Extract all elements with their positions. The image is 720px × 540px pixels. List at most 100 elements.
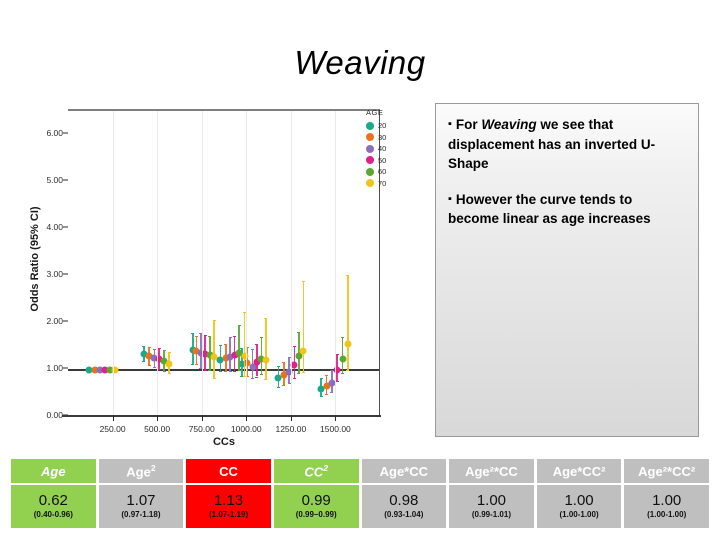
error-bar-cap xyxy=(292,378,296,380)
y-tick-label: 2.00 xyxy=(46,315,63,326)
table-column-header: Age*CC² xyxy=(536,459,622,483)
x-tick-mark xyxy=(246,416,248,421)
grid-line xyxy=(157,111,159,415)
table-cell: 0.99 (0.99–0.99) xyxy=(273,485,359,528)
error-bar-cap xyxy=(330,391,334,393)
legend-item[interactable]: 30 xyxy=(366,132,418,143)
x-tick-label: 1500.00 xyxy=(320,424,351,434)
error-bar xyxy=(265,318,267,380)
data-point xyxy=(339,355,347,363)
error-bar-cap xyxy=(282,384,286,386)
confidence-interval: (0.97-1.18) xyxy=(121,509,161,519)
error-bar xyxy=(213,320,215,379)
legend-label: 70 xyxy=(378,178,387,188)
error-bar-cap xyxy=(282,362,286,364)
error-bar-cap xyxy=(157,368,161,370)
table-row: 0.62 (0.40-0.96) 1.07 (0.97-1.18) 1.13 (1.07-… xyxy=(11,485,709,528)
data-point xyxy=(299,347,307,355)
y-tick-label: 3.00 xyxy=(46,268,63,279)
bullet-2-text: However the curve tends to become linear… xyxy=(448,191,651,227)
error-bar-cap xyxy=(237,324,241,326)
legend-swatch-icon xyxy=(366,144,374,153)
column-header-label: Age xyxy=(41,463,66,479)
legend-item[interactable]: 50 xyxy=(366,155,418,166)
legend-label: 60 xyxy=(378,167,387,176)
grid-line xyxy=(290,111,292,415)
error-bar-cap xyxy=(147,364,151,366)
confidence-interval: (1.07-1.19) xyxy=(208,509,249,519)
column-header-label: CC xyxy=(219,463,238,479)
column-header-exponent: 2 xyxy=(323,462,328,473)
x-axis-ticks: 250.00 500.00 750.00 1000.00 1250.00 1500.00 xyxy=(68,416,380,438)
legend-item[interactable]: 20 xyxy=(366,120,418,131)
commentary-bullet-2: ▪ However the curve tends to become linea… xyxy=(448,190,686,229)
error-bar-cap xyxy=(341,337,345,339)
y-tick-label: 6.00 xyxy=(46,127,63,138)
bullet-1-emphasis: Weaving xyxy=(481,117,537,132)
y-axis-ticks: 0.00 1.00 2.00 3.00 4.00 5.00 6.00 xyxy=(34,103,68,420)
data-point xyxy=(290,361,298,369)
page-title: Weaving xyxy=(294,44,426,81)
error-bar-cap xyxy=(167,351,171,353)
results-table: Age Age2 CC CC2 Age*CC Age²*CC Age*CC² Age²*CC²… xyxy=(8,457,712,530)
x-tick-mark xyxy=(201,416,203,421)
confidence-interval: (0.99-1.01) xyxy=(471,509,511,519)
grid-line xyxy=(112,111,114,415)
error-bar-cap xyxy=(319,395,323,397)
error-bar-cap xyxy=(292,346,296,348)
legend-items: 20 30 40 50 60 70 xyxy=(366,120,418,189)
error-bar-cap xyxy=(194,336,198,338)
x-tick-label: 500.00 xyxy=(144,424,171,434)
error-bar-cap xyxy=(162,370,166,372)
legend-swatch-icon xyxy=(366,167,374,176)
table-cell: 1.00 (0.99-1.01) xyxy=(449,485,534,528)
table-cell: 1.00 (1.00-1.00) xyxy=(624,485,709,528)
bullet-1-pre: For xyxy=(455,117,482,132)
table-column-header: CC xyxy=(186,459,271,483)
column-header-label: Age*CC xyxy=(379,463,429,479)
error-bar-cap xyxy=(218,345,222,347)
error-bar xyxy=(243,312,246,377)
error-bar-cap xyxy=(218,371,222,373)
x-tick-mark xyxy=(290,416,292,421)
legend-item[interactable]: 60 xyxy=(366,166,418,177)
grid-line xyxy=(335,111,337,415)
legend-item[interactable]: 40 xyxy=(366,143,418,154)
plot-area xyxy=(68,109,380,415)
column-header-exponent: 2 xyxy=(150,462,156,473)
error-bar xyxy=(302,281,305,373)
table-cell: 0.98 (0.93-1.04) xyxy=(361,485,447,528)
error-bar-cap xyxy=(251,349,255,351)
x-tick-label: 1250.00 xyxy=(275,424,307,434)
legend-item[interactable]: 70 xyxy=(366,178,418,189)
error-bar-cap xyxy=(233,336,237,338)
error-bar-cap xyxy=(255,376,259,378)
legend-swatch-icon xyxy=(366,179,374,187)
data-point xyxy=(210,353,218,361)
y-tick-label: 1.00 xyxy=(46,362,63,373)
error-bar-cap xyxy=(325,374,328,376)
table-column-header: Age²*CC xyxy=(449,459,534,483)
error-bar-cap xyxy=(259,373,263,375)
table-cell: 0.62 (0.40-0.96) xyxy=(11,485,96,528)
error-bar-cap xyxy=(228,371,232,373)
table-column-header: Age²*CC² xyxy=(624,459,709,483)
data-point xyxy=(344,340,352,348)
legend-title: AGE xyxy=(366,108,384,117)
error-bar-cap xyxy=(194,364,198,366)
error-bar-cap xyxy=(212,378,216,380)
error-bar-cap xyxy=(142,361,146,363)
chart-legend: AGE 20 30 40 50 60 70 xyxy=(366,108,418,189)
error-bar-cap xyxy=(237,369,241,371)
confidence-interval: (0.99–0.99) xyxy=(295,509,337,519)
commentary-textbox: ▪ For Weaving we see that displacement ha… xyxy=(435,103,699,437)
y-tick-label: 4.00 xyxy=(46,221,63,232)
error-bar-cap xyxy=(224,344,228,346)
data-point xyxy=(328,379,336,387)
commentary-bullet-1: ▪ For Weaving we see that displacement ha… xyxy=(448,115,686,174)
grid-line xyxy=(246,111,248,415)
confidence-interval: (1.00-1.00) xyxy=(559,509,599,519)
confidence-interval: (0.40-0.96) xyxy=(33,509,73,519)
error-bar-cap xyxy=(264,379,268,381)
error-bar-cap xyxy=(259,336,263,338)
